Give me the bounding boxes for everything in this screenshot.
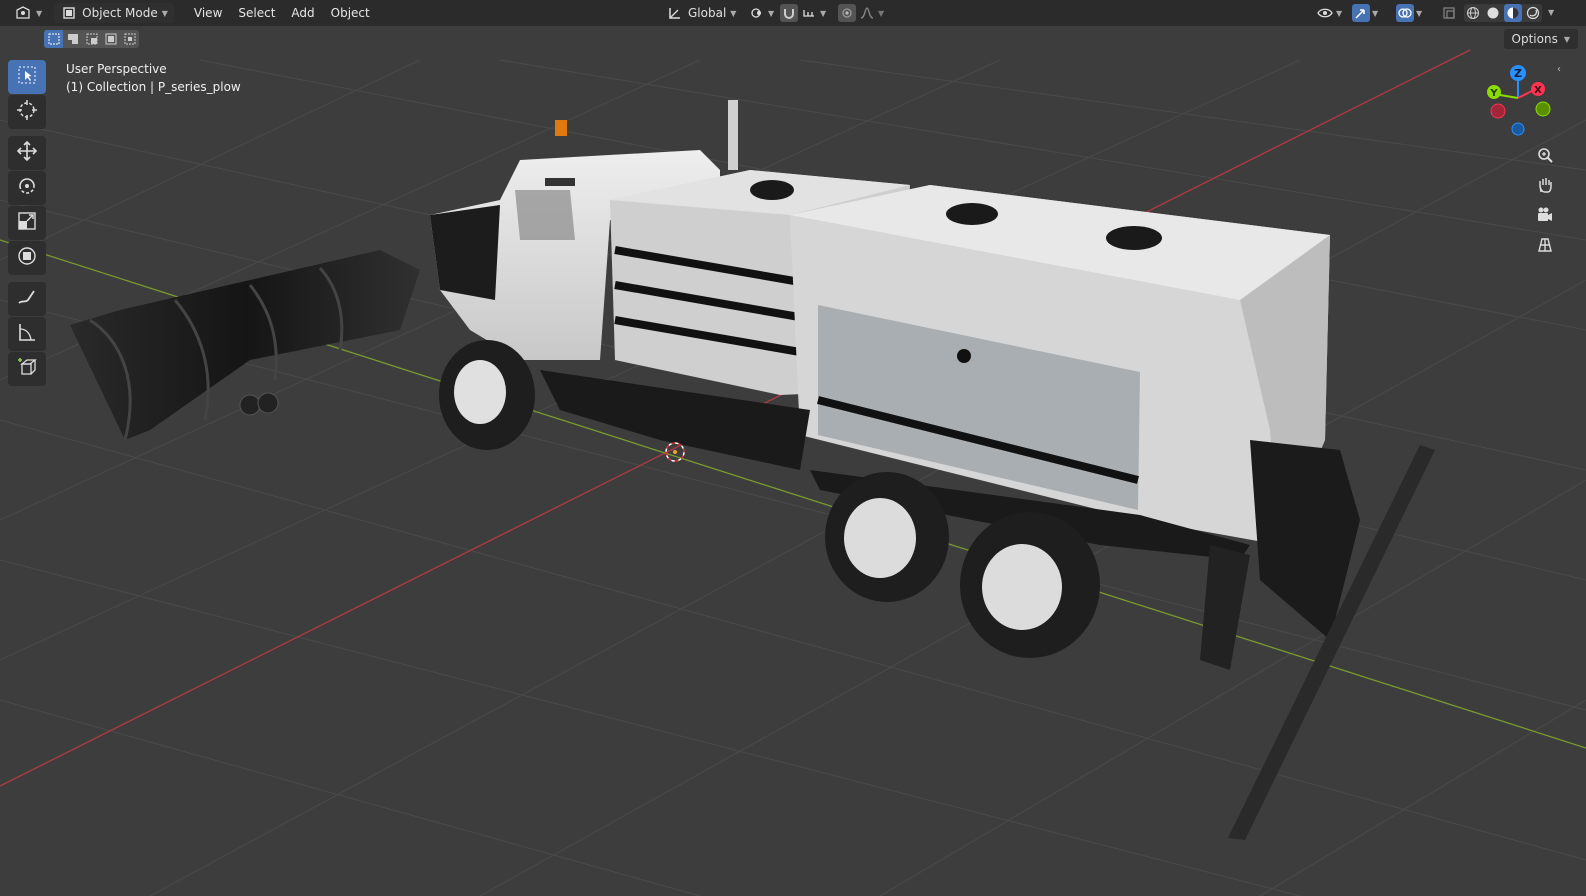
object-mode-icon (60, 4, 78, 22)
snap-increment-icon[interactable] (800, 4, 818, 22)
options-button[interactable]: Options ▼ (1503, 29, 1578, 49)
tool-rotate[interactable] (8, 171, 46, 205)
chevron-down-icon[interactable]: ▼ (820, 9, 826, 18)
pan-hand-icon[interactable] (1530, 172, 1560, 198)
gizmo-x-label: X (1534, 85, 1542, 96)
proportional-editing-icon[interactable] (838, 4, 856, 22)
chevron-down-icon[interactable]: ▼ (1416, 9, 1422, 18)
mode-label: Object Mode (82, 6, 158, 20)
orientation-select[interactable]: Global ▼ (660, 3, 742, 23)
menu-object[interactable]: Object (323, 6, 378, 20)
viewport-header: ▼ Object Mode ▼ View Select Add Object G… (0, 0, 1586, 26)
scale-icon (16, 210, 38, 236)
viewport-scene (0, 49, 1586, 896)
rotate-icon (16, 175, 38, 201)
gizmo-neg-z (1511, 122, 1525, 136)
select-subtract-icon[interactable] (82, 30, 101, 48)
menu-add[interactable]: Add (283, 6, 322, 20)
move-icon (16, 140, 38, 166)
pivot-point-icon[interactable] (748, 4, 766, 22)
annotate-pencil-icon (16, 286, 38, 312)
rendered-shading-icon[interactable] (1524, 4, 1542, 22)
chevron-down-icon[interactable]: ▼ (1336, 9, 1342, 18)
gizmo-z-label: Z (1514, 67, 1522, 80)
tool-annotate[interactable] (8, 282, 46, 316)
tool-cursor[interactable] (8, 95, 46, 129)
gizmo-x-axis: X (1531, 82, 1545, 96)
gizmo-y-axis: Y (1487, 85, 1501, 99)
chevron-down-icon: ▼ (36, 8, 43, 18)
tool-settings-bar: Options ▼ (0, 26, 1586, 52)
chevron-down-icon: ▼ (161, 8, 168, 18)
tool-select-box[interactable] (8, 60, 46, 94)
perspective-label: User Perspective (66, 62, 167, 76)
overlays-icon[interactable] (1396, 4, 1414, 22)
solid-shading-icon[interactable] (1484, 4, 1502, 22)
xray-icon[interactable] (1440, 4, 1458, 22)
gizmo-toggle-icon[interactable] (1352, 4, 1370, 22)
cursor-icon (16, 99, 38, 125)
select-box-icon (17, 65, 37, 89)
material-preview-shading-icon[interactable] (1504, 4, 1522, 22)
tool-add-cube[interactable] (8, 352, 46, 386)
orientation-label: Global (688, 6, 727, 20)
tool-measure[interactable] (8, 317, 46, 351)
measure-ruler-icon (16, 321, 38, 347)
zoom-icon[interactable] (1530, 142, 1560, 168)
chevron-down-icon[interactable]: ▼ (1372, 9, 1378, 18)
sidebar-expand-arrow-icon[interactable]: ‹ (1557, 64, 1561, 75)
options-label: Options (1511, 32, 1558, 46)
3d-viewport-icon (14, 4, 32, 22)
ortho-grid-icon[interactable] (1530, 232, 1560, 258)
select-extend-icon[interactable] (63, 30, 82, 48)
tool-transform[interactable] (8, 241, 46, 275)
menu-select[interactable]: Select (230, 6, 283, 20)
tool-scale[interactable] (8, 206, 46, 240)
transform-orientation-icon (666, 4, 684, 22)
gizmo-y-label: Y (1489, 88, 1498, 99)
tool-move[interactable] (8, 136, 46, 170)
plow-blade (70, 250, 420, 441)
snap-magnet-icon[interactable] (780, 4, 798, 22)
collection-label: (1) Collection | P_series_plow (66, 80, 241, 94)
wireframe-shading-icon[interactable] (1464, 4, 1482, 22)
chevron-down-icon[interactable]: ▼ (1548, 8, 1554, 17)
3d-viewport[interactable] (0, 0, 1586, 896)
chevron-down-icon: ▼ (730, 8, 737, 18)
eye-visibility-icon[interactable] (1316, 4, 1334, 22)
camera-icon[interactable] (1530, 202, 1560, 228)
mode-select[interactable]: Object Mode ▼ (54, 3, 174, 23)
chevron-down-icon[interactable]: ▼ (878, 9, 884, 18)
left-toolbar (8, 60, 48, 387)
select-mode-group (44, 30, 139, 48)
falloff-curve-icon[interactable] (858, 4, 876, 22)
transform-icon (16, 245, 38, 271)
editor-type-button[interactable]: ▼ (8, 3, 48, 23)
gizmo-neg-x (1490, 103, 1506, 119)
3d-cursor-marker (665, 442, 685, 462)
add-cube-icon (16, 356, 38, 382)
navigation-gizmo[interactable]: Z X Y (1478, 60, 1568, 150)
menu-view[interactable]: View (186, 6, 230, 20)
viewport-nav-buttons (1530, 142, 1560, 258)
chevron-down-icon: ▼ (1563, 34, 1570, 44)
viewport-info: User Perspective (1) Collection | P_seri… (66, 60, 241, 96)
select-intersect-icon[interactable] (120, 30, 139, 48)
gizmo-neg-y (1535, 101, 1551, 117)
select-invert-icon[interactable] (101, 30, 120, 48)
chevron-down-icon[interactable]: ▼ (768, 9, 774, 18)
gizmo-z-axis: Z (1510, 65, 1526, 81)
select-set-icon[interactable] (44, 30, 63, 48)
